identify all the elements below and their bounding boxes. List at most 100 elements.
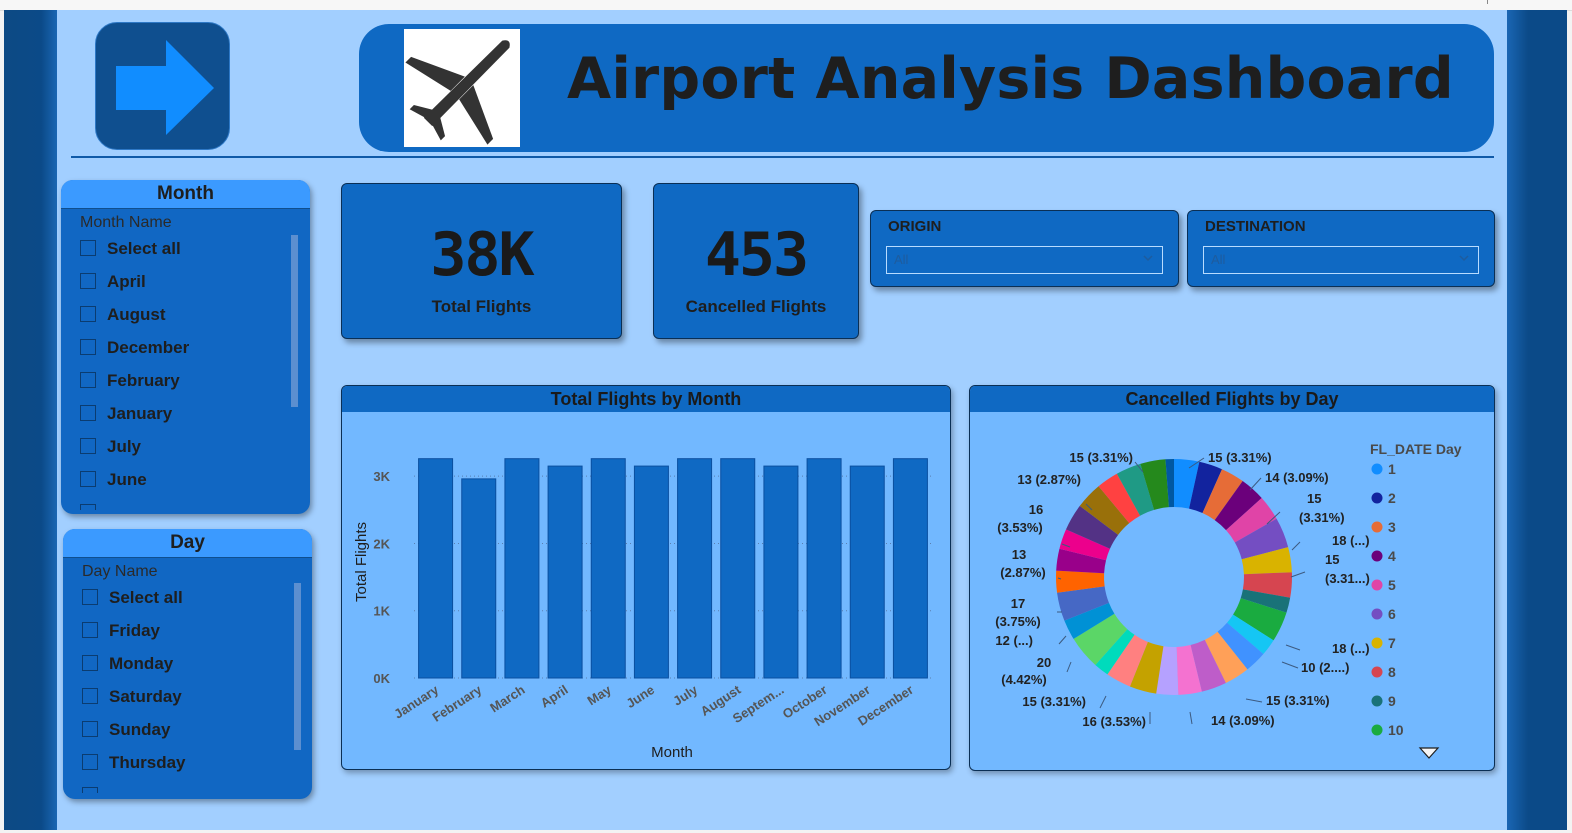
checkbox[interactable]: [82, 688, 98, 704]
scrollbar[interactable]: [294, 583, 301, 750]
slice-data-label: 10 (2....): [1301, 660, 1349, 675]
slicer-list: Select all Friday Monday Saturday Sunday Thur…: [63, 587, 312, 795]
bar[interactable]: [418, 458, 454, 679]
bar[interactable]: [590, 458, 626, 679]
slicer-option[interactable]: Friday: [63, 620, 312, 653]
bar[interactable]: [547, 465, 583, 679]
legend-label[interactable]: 5: [1388, 577, 1396, 593]
donut-chart-svg: 15 (3.31%)14 (3.09%)15(3.31%)18 (...)15(…: [995, 441, 1462, 759]
checkbox[interactable]: [80, 405, 96, 421]
legend-swatch: [1371, 666, 1383, 678]
legend-label[interactable]: 9: [1388, 693, 1396, 709]
y-tick-label: 3K: [373, 469, 390, 484]
slicer-option[interactable]: January: [61, 403, 310, 436]
origin-dropdown[interactable]: All: [886, 246, 1163, 274]
legend-label[interactable]: 7: [1388, 635, 1396, 651]
legend-label[interactable]: 8: [1388, 664, 1396, 680]
leader-line: [1291, 541, 1301, 551]
flights-by-month-chart: Total Flights by Month 0K 1K 2K 3K January Fe…: [341, 385, 951, 770]
legend-label[interactable]: 3: [1388, 519, 1396, 535]
y-tick-label: 0K: [373, 671, 390, 686]
option-label: Select all: [107, 239, 181, 258]
bar[interactable]: [763, 465, 799, 679]
bar[interactable]: [849, 465, 885, 679]
right-frame: [1507, 10, 1567, 830]
slicer-option[interactable]: July: [61, 436, 310, 469]
slicer-option[interactable]: June: [61, 469, 310, 502]
x-tick-label: July: [670, 682, 701, 709]
slicer-option[interactable]: Thursday: [63, 752, 312, 785]
destination-dropdown[interactable]: All: [1203, 246, 1479, 274]
slicer-option[interactable]: December: [61, 337, 310, 370]
bar[interactable]: [806, 458, 842, 679]
slice-data-label: (3.53%): [997, 520, 1043, 535]
leader-line: [1099, 695, 1107, 709]
airplane-icon: [405, 40, 510, 145]
leader-line: [1189, 711, 1193, 725]
checkbox[interactable]: [82, 754, 98, 770]
kpi-value: 453: [704, 220, 809, 290]
slice-data-label: 13 (2.87%): [1017, 472, 1081, 487]
legend-label[interactable]: 4: [1388, 548, 1396, 564]
arrow-right-icon: [116, 40, 214, 135]
chevron-down-icon: [1459, 255, 1469, 262]
checkbox[interactable]: [82, 589, 98, 605]
header-divider: [71, 156, 1494, 158]
slice-data-label: 15: [1307, 491, 1321, 506]
bar-chart-svg: 0K1K2K3KJanuaryFebruary March April May June…: [353, 458, 932, 761]
slice-data-label: (3.31%): [1299, 510, 1345, 525]
bar[interactable]: [892, 458, 928, 679]
nav-button[interactable]: [95, 22, 230, 150]
slice-data-label: 18 (...): [1332, 533, 1370, 548]
slice-data-label: 14 (3.09%): [1265, 470, 1329, 485]
checkbox[interactable]: [82, 721, 98, 737]
checkbox[interactable]: [80, 240, 96, 256]
slicer-option[interactable]: Sunday: [63, 719, 312, 752]
x-tick-label: March: [487, 682, 527, 715]
option-label: Friday: [109, 621, 161, 640]
slicer-option[interactable]: Select all: [61, 238, 310, 271]
checkbox[interactable]: [82, 622, 98, 638]
bar[interactable]: [720, 458, 756, 679]
slice-data-label: (2.87%): [1000, 565, 1046, 580]
bar[interactable]: [504, 458, 540, 679]
triangle-down-icon[interactable]: [1418, 747, 1440, 759]
option-label: July: [107, 437, 142, 456]
bar[interactable]: [633, 465, 669, 679]
slicer-option[interactable]: February: [61, 370, 310, 403]
legend-label[interactable]: 2: [1388, 490, 1396, 506]
destination-filter: DESTINATION All: [1187, 210, 1495, 287]
slicer-option[interactable]: Monday: [63, 653, 312, 686]
filter-label: ORIGIN: [888, 218, 942, 235]
checkbox: [82, 787, 98, 793]
checkbox[interactable]: [80, 339, 96, 355]
legend-label[interactable]: 1: [1388, 461, 1396, 477]
legend-swatch: [1371, 550, 1383, 562]
slicer-title: Month: [61, 180, 310, 209]
slice-data-label: 12 (...): [995, 633, 1033, 648]
y-tick-label: 2K: [373, 536, 390, 551]
slicer-option[interactable]: August: [61, 304, 310, 337]
slicer-option[interactable]: Select all: [63, 587, 312, 620]
checkbox[interactable]: [82, 655, 98, 671]
leader-line: [1245, 698, 1263, 703]
checkbox[interactable]: [80, 438, 96, 454]
option-label: April: [107, 272, 146, 291]
checkbox[interactable]: [80, 306, 96, 322]
checkbox[interactable]: [80, 273, 96, 289]
y-tick-label: 1K: [373, 604, 390, 619]
checkbox[interactable]: [80, 372, 96, 388]
slicer-option[interactable]: April: [61, 271, 310, 304]
bar[interactable]: [461, 478, 497, 679]
legend-swatch: [1371, 463, 1383, 475]
slicer-option[interactable]: Saturday: [63, 686, 312, 719]
scrollbar[interactable]: [291, 235, 298, 407]
legend-label[interactable]: 10: [1388, 722, 1404, 738]
checkbox[interactable]: [80, 471, 96, 487]
slice-data-label: 15 (3.31%): [1069, 450, 1133, 465]
legend-title: FL_DATE Day: [1370, 441, 1462, 457]
bar[interactable]: [677, 458, 713, 679]
legend-label[interactable]: 6: [1388, 606, 1396, 622]
slicer-title: Day: [63, 529, 312, 558]
option-label: Sunday: [109, 720, 171, 739]
